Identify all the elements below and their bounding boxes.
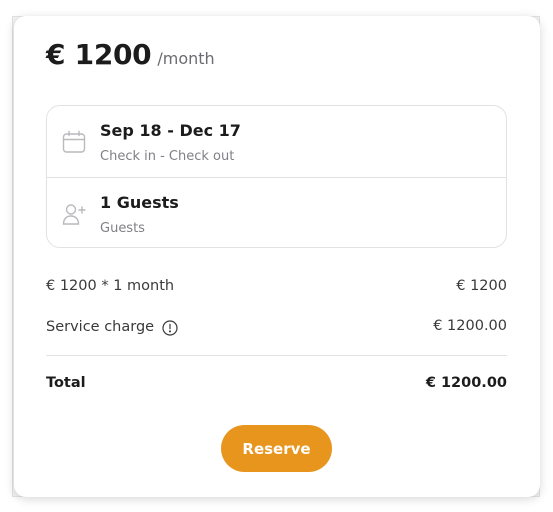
service-charge-label-group: Service charge	[46, 318, 178, 336]
price-header: € 1200 /month	[46, 38, 215, 71]
date-range-selector[interactable]: Sep 18 - Dec 17 Check in - Check out	[47, 106, 506, 177]
reserve-button[interactable]: Reserve	[221, 425, 332, 472]
rent-label: € 1200 * 1 month	[46, 278, 175, 294]
price-amount: € 1200	[46, 38, 152, 71]
booking-card: € 1200 /month Sep 18 - Dec 17 Check in -…	[14, 16, 540, 497]
summary-divider	[46, 355, 507, 356]
info-icon[interactable]	[162, 320, 178, 336]
total-label: Total	[46, 375, 86, 391]
date-range-label: Check in - Check out	[100, 149, 235, 164]
service-charge-amount: € 1200.00	[433, 318, 507, 334]
guests-value: 1 Guests	[100, 193, 179, 212]
booking-details: Sep 18 - Dec 17 Check in - Check out 1 G…	[46, 105, 507, 248]
total-amount: € 1200.00	[425, 375, 507, 391]
guests-label: Guests	[100, 221, 145, 236]
rent-amount: € 1200	[456, 278, 507, 294]
calendar-icon	[61, 129, 87, 155]
date-range-value: Sep 18 - Dec 17	[100, 121, 241, 140]
add-user-icon	[61, 201, 87, 227]
service-charge-label: Service charge	[46, 319, 155, 335]
guests-selector[interactable]: 1 Guests Guests	[47, 177, 506, 249]
price-unit: /month	[157, 49, 215, 68]
